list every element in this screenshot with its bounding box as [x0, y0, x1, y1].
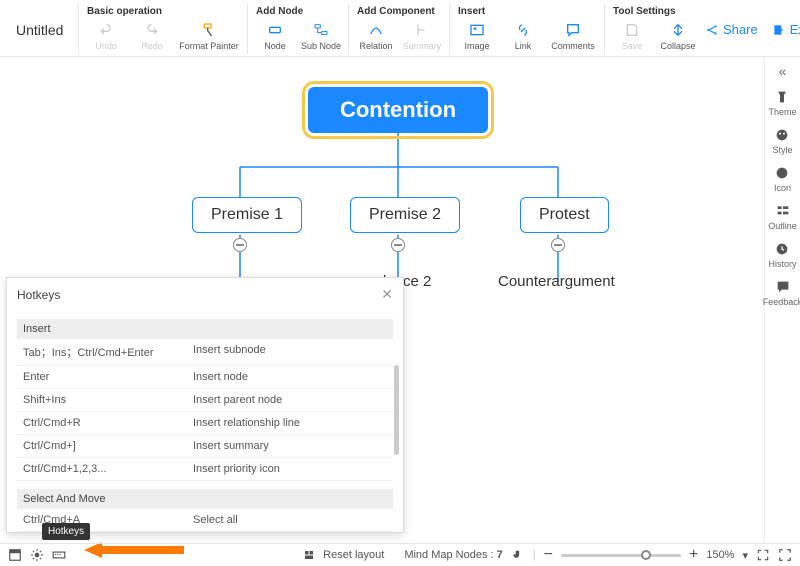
pan-hand-icon[interactable] — [511, 548, 525, 562]
fit-screen-icon[interactable] — [756, 548, 770, 562]
node-premise-2[interactable]: Premise 2 — [350, 197, 460, 233]
undo-icon — [97, 21, 115, 39]
hotkeys-title: Hotkeys — [17, 288, 60, 302]
relation-icon — [367, 21, 385, 39]
zoom-slider[interactable] — [561, 554, 681, 557]
hotkeys-header: Hotkeys ✕ — [7, 278, 403, 311]
group-insert: Insert Image Link Comments — [449, 4, 604, 54]
group-basic: Basic operation Undo Redo Format Painter — [78, 4, 247, 54]
icon-button[interactable]: Icon — [774, 165, 791, 193]
history-button[interactable]: History — [768, 241, 796, 269]
save-button[interactable]: Save — [613, 21, 651, 51]
hotkey-row: Ctrl/Cmd+]Insert summary — [17, 435, 393, 458]
scrollbar-thumb[interactable] — [394, 365, 399, 455]
group-add-component: Add Component Relation Summary — [348, 4, 449, 54]
theme-button[interactable]: Theme — [768, 89, 796, 117]
zoom-thumb[interactable] — [641, 550, 651, 560]
feedback-button[interactable]: Feedback — [763, 279, 800, 307]
summary-button[interactable]: Summary — [403, 21, 441, 51]
hotkeys-body[interactable]: Insert Tab；Ins；Ctrl/Cmd+EnterInsert subn… — [7, 311, 403, 532]
add-node-button[interactable]: Node — [256, 21, 294, 51]
subnode-counterargument[interactable]: Counterargument — [498, 273, 615, 290]
image-icon — [468, 21, 486, 39]
zoom-in-button[interactable]: + — [689, 546, 698, 564]
reset-layout-icon — [303, 549, 315, 561]
hotkeys-section-insert: Insert — [17, 319, 393, 339]
redo-icon — [143, 21, 161, 39]
hotkey-row: EnterInsert node — [17, 366, 393, 389]
comments-icon — [564, 21, 582, 39]
right-sidebar: « Theme Style Icon Outline History Feedb… — [764, 57, 800, 543]
hotkeys-panel: Hotkeys ✕ Insert Tab；Ins；Ctrl/Cmd+EnterI… — [6, 277, 404, 533]
insert-link-button[interactable]: Link — [504, 21, 542, 51]
keyboard-icon[interactable] — [52, 548, 66, 562]
node-protest[interactable]: Protest — [520, 197, 609, 233]
sidebar-collapse-icon[interactable]: « — [779, 63, 787, 79]
share-button[interactable]: Share — [705, 22, 758, 37]
fullscreen-icon[interactable] — [778, 548, 792, 562]
collapse-toggle-1[interactable] — [233, 238, 247, 252]
save-icon — [623, 21, 641, 39]
subnode-icon — [312, 21, 330, 39]
status-bar: Reset layout Mind Map Nodes : 7 | − + 15… — [0, 543, 800, 566]
hotkey-row: Shift+InsInsert parent node — [17, 389, 393, 412]
hotkeys-section-select: Select And Move — [17, 489, 393, 509]
hotkey-row: Tab；Ins；Ctrl/Cmd+EnterInsert subnode — [17, 339, 393, 366]
redo-button[interactable]: Redo — [133, 21, 171, 51]
root-node[interactable]: Contention — [308, 87, 488, 133]
collapse-icon — [669, 21, 687, 39]
document-title[interactable]: Untitled — [16, 22, 66, 38]
node-count-label: Mind Map Nodes : 7 — [404, 549, 502, 561]
group-add-node: Add Node Node Sub Node — [247, 4, 348, 54]
collapse-toggle-3[interactable] — [551, 238, 565, 252]
hotkey-row: Ctrl/Cmd+1,2,3...Insert priority icon — [17, 458, 393, 481]
undo-button[interactable]: Undo — [87, 21, 125, 51]
link-icon — [514, 21, 532, 39]
layout-icon[interactable] — [8, 548, 22, 562]
insert-comments-button[interactable]: Comments — [550, 21, 596, 51]
reset-layout-button[interactable]: Reset layout — [323, 549, 384, 561]
summary-icon — [413, 21, 431, 39]
style-button[interactable]: Style — [772, 127, 792, 155]
outline-button[interactable]: Outline — [768, 203, 797, 231]
collapse-toggle-2[interactable] — [391, 238, 405, 252]
relation-button[interactable]: Relation — [357, 21, 395, 51]
close-icon[interactable]: ✕ — [381, 286, 393, 303]
hotkeys-tooltip: Hotkeys — [42, 523, 90, 540]
top-right-actions: Share Export — [705, 22, 800, 37]
export-button[interactable]: Export — [772, 22, 800, 37]
add-subnode-button[interactable]: Sub Node — [302, 21, 340, 51]
zoom-out-button[interactable]: − — [544, 546, 553, 564]
group-tool-settings: Tool Settings Save Collapse — [604, 4, 705, 54]
brightness-icon[interactable] — [30, 548, 44, 562]
top-toolbar: Untitled Basic operation Undo Redo Forma… — [0, 0, 800, 57]
format-painter-button[interactable]: Format Painter — [179, 21, 239, 51]
hotkey-row: Ctrl/Cmd+RInsert relationship line — [17, 412, 393, 435]
format-painter-icon — [200, 21, 218, 39]
insert-image-button[interactable]: Image — [458, 21, 496, 51]
node-premise-1[interactable]: Premise 1 — [192, 197, 302, 233]
collapse-button[interactable]: Collapse — [659, 21, 697, 51]
zoom-level[interactable]: 150% — [706, 549, 734, 561]
node-icon — [266, 21, 284, 39]
